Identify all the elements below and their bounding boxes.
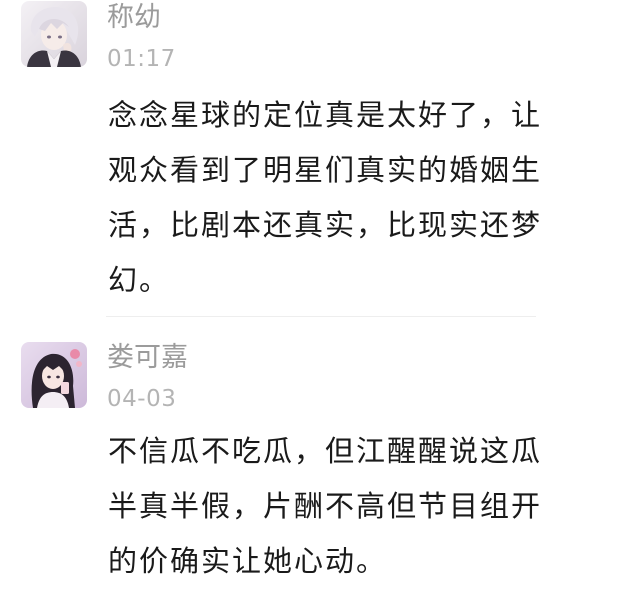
avatar[interactable] xyxy=(21,342,87,408)
comment-text-line: 半真半假，片酬不高但节目组开 xyxy=(108,489,543,523)
comment-timestamp: 04-03 xyxy=(107,386,177,412)
avatar[interactable] xyxy=(21,1,87,67)
comment-item: 称幼 01:17 念念星球的定位真是太好了，让 观众看到了明星们真实的婚姻生 活… xyxy=(0,0,640,318)
username[interactable]: 称幼 xyxy=(107,1,161,35)
comment-text-line: 不信瓜不吃瓜，但江醒醒说这瓜 xyxy=(108,434,543,468)
username[interactable]: 娄可嘉 xyxy=(107,341,188,375)
comment-text-line: 活，比剧本还真实，比现实还梦 xyxy=(108,208,543,242)
comment-text-line: 念念星球的定位真是太好了，让 xyxy=(108,98,543,132)
comment-text: 念念星球的定位真是太好了，让 观众看到了明星们真实的婚姻生 活，比剧本还真实，比… xyxy=(108,88,608,308)
avatar-image xyxy=(21,342,87,408)
comment-text-line: 的价确实让她心动。 xyxy=(108,544,388,578)
comment-divider xyxy=(106,316,536,317)
comment-timestamp: 01:17 xyxy=(107,46,176,72)
comment-text-line: 幻。 xyxy=(108,263,171,297)
comment-item: 娄可嘉 04-03 不信瓜不吃瓜，但江醒醒说这瓜 半真半假，片酬不高但节目组开 … xyxy=(0,318,640,578)
comment-text-line: 观众看到了明星们真实的婚姻生 xyxy=(108,153,543,187)
avatar-image xyxy=(21,1,87,67)
comment-text: 不信瓜不吃瓜，但江醒醒说这瓜 半真半假，片酬不高但节目组开 的价确实让她心动。 xyxy=(108,424,608,589)
